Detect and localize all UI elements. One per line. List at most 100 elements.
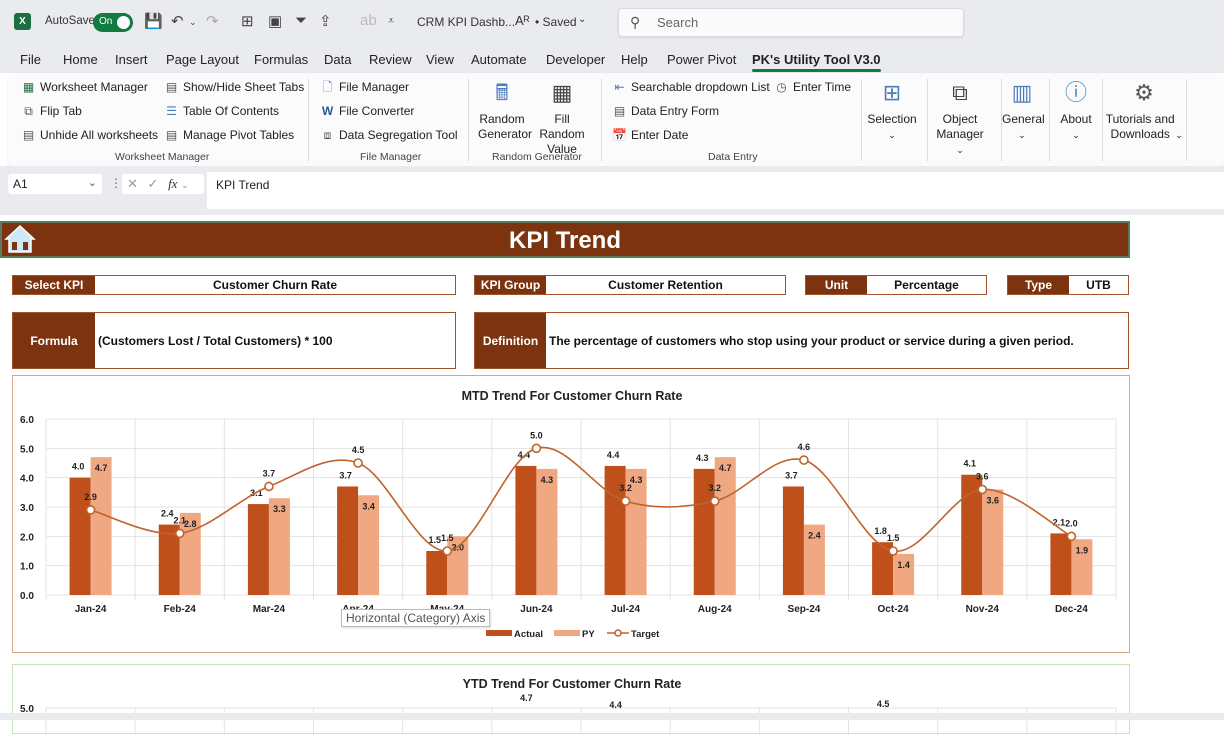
tab-help[interactable]: Help <box>621 52 648 67</box>
undo-icon[interactable]: ↶ <box>171 12 184 30</box>
enter-time-button[interactable]: ◷ Enter Time <box>774 80 851 94</box>
enter-date-button[interactable]: 📅 Enter Date <box>612 128 688 142</box>
chevron-down-icon: ⌄ <box>1072 130 1080 140</box>
worksheet-manager-button[interactable]: ▦ Worksheet Manager <box>21 80 148 94</box>
title-bar: X AutoSave On 💾 ↶ ⌄ ↷ ⊞ ▣ ⏷ ⇪ ab ⩡ CRM K… <box>0 0 1224 45</box>
y-tick-label: 6.0 <box>20 415 34 426</box>
tab-home[interactable]: Home <box>63 52 98 67</box>
tab-page-layout[interactable]: Page Layout <box>166 52 239 67</box>
cancel-icon[interactable]: ✕ <box>127 176 138 191</box>
tab-automate[interactable]: Automate <box>471 52 527 67</box>
ribbon-separator <box>601 79 602 161</box>
mtd-chart[interactable]: MTD Trend For Customer Churn Rate 0.0 1.0 2… <box>13 376 1131 654</box>
show-hide-sheet-tabs-button[interactable]: ▤ Show/Hide Sheet Tabs <box>164 80 304 94</box>
ribbon-separator <box>1049 79 1050 161</box>
y-tick-label: 0.0 <box>20 591 34 602</box>
select-kpi-field: Select KPI Customer Churn Rate <box>12 275 456 295</box>
data-segregation-tool-button[interactable]: ⧈ Data Segregation Tool <box>320 128 458 142</box>
picture-icon[interactable]: ▣ <box>268 12 282 30</box>
save-status-chevron-icon[interactable]: ⌄ <box>578 14 586 25</box>
data-segregation-icon: ⧈ <box>323 128 332 142</box>
tab-review[interactable]: Review <box>369 52 412 67</box>
formula-label: Formula <box>13 313 95 368</box>
enter-icon[interactable]: ✓ <box>148 176 159 191</box>
word-file-icon: W <box>321 104 334 118</box>
autosave-toggle[interactable]: On <box>93 13 133 32</box>
undo-dropdown-icon[interactable]: ⌄ <box>189 17 197 28</box>
info-icon: ⓘ <box>1064 80 1087 105</box>
data-label-actual: 4.4 <box>518 450 531 460</box>
data-label-actual: 4.0 <box>72 462 85 472</box>
legend-label-actual: Actual <box>514 629 543 640</box>
tab-formulas[interactable]: Formulas <box>254 52 308 67</box>
tab-view[interactable]: View <box>426 52 454 67</box>
bar-actual <box>337 486 359 595</box>
ytd-chart-container[interactable]: YTD Trend For Customer Churn Rate 5.0 4.7 4… <box>12 664 1131 735</box>
tab-file[interactable]: File <box>20 52 41 67</box>
formula-field: Formula (Customers Lost / Total Customer… <box>12 312 456 369</box>
formula-input[interactable]: KPI Trend <box>207 172 1224 209</box>
bar-py <box>714 457 736 595</box>
insert-function-icon[interactable]: fx <box>168 176 177 191</box>
customize-toolbar-icon[interactable]: ⩡ <box>388 15 394 28</box>
unhide-all-worksheets-button[interactable]: ▤ Unhide All worksheets <box>21 128 158 142</box>
data-label: 4.7 <box>520 693 533 703</box>
data-segregation-tool-label: Data Segregation Tool <box>339 128 458 142</box>
type-label: Type <box>1008 276 1069 294</box>
about-button[interactable]: ⓘ About ⌄ <box>1056 78 1096 143</box>
definition-label: Definition <box>475 313 546 368</box>
random-generator-button[interactable]: 🖩 Random Generator <box>478 78 532 142</box>
name-box[interactable]: A1 ⌄ <box>8 174 102 194</box>
tutorials-downloads-button[interactable]: ⚙ Tutorials and Downloads ⌄ <box>1104 78 1184 143</box>
search-box[interactable]: ⚲ Search <box>618 8 964 37</box>
kpi-group-field: KPI Group Customer Retention <box>474 275 786 295</box>
more-options-icon[interactable]: ⋮ <box>110 176 122 190</box>
tab-pk-utility-tool[interactable]: PK's Utility Tool V3.0 <box>752 52 881 72</box>
definition-value: The percentage of customers who stop usi… <box>549 333 1074 348</box>
y-tick-label: 2.0 <box>20 532 34 543</box>
excel-logo-icon: X <box>14 13 31 30</box>
fill-random-value-button[interactable]: ▦ Fill Random Value <box>531 78 593 157</box>
flip-tab-button[interactable]: ⧉ Flip Tab <box>21 104 82 118</box>
coauthor-icon[interactable]: Aᴿ <box>515 13 530 28</box>
data-label-py: 1.9 <box>1076 545 1089 555</box>
data-entry-form-label: Data Entry Form <box>631 104 720 118</box>
data-label-actual: 1.5 <box>428 535 441 545</box>
object-manager-button[interactable]: ⧉ Object Manager ⌄ <box>930 78 990 158</box>
ytd-chart[interactable]: YTD Trend For Customer Churn Rate5.04.74… <box>13 665 1131 735</box>
select-kpi-dropdown[interactable]: Customer Churn Rate <box>95 276 455 294</box>
tab-power-pivot[interactable]: Power Pivot <box>667 52 736 67</box>
file-manager-button[interactable]: 🗋 File Manager <box>320 80 409 94</box>
table-of-contents-button[interactable]: ☰ Table Of Contents <box>164 104 279 118</box>
general-button[interactable]: ▥ General ⌄ <box>1002 78 1045 143</box>
file-converter-button[interactable]: W File Converter <box>320 104 415 118</box>
enter-time-label: Enter Time <box>793 80 852 94</box>
selection-grid-icon: ⊞ <box>882 80 902 105</box>
tab-developer[interactable]: Developer <box>546 52 605 67</box>
tab-data[interactable]: Data <box>324 52 351 67</box>
manage-pivot-tables-button[interactable]: ▤ Manage Pivot Tables <box>164 128 294 142</box>
save-status[interactable]: • Saved <box>535 15 577 29</box>
share-icon[interactable]: ⇪ <box>319 12 332 30</box>
data-label-target: 2.9 <box>84 492 97 502</box>
searchable-dropdown-list-button[interactable]: ⇤ Searchable dropdown List <box>612 80 769 94</box>
dropdown-list-icon: ⇤ <box>614 80 625 94</box>
select-kpi-label: Select KPI <box>13 276 95 294</box>
ribbon-tabs: File Home Insert Page Layout Formulas Da… <box>0 45 1224 73</box>
borders-icon[interactable]: ⊞ <box>241 12 254 30</box>
selection-button[interactable]: ⊞ Selection ⌄ <box>864 78 920 143</box>
legend-label-target: Target <box>631 629 660 640</box>
redo-icon[interactable]: ↷ <box>206 12 219 30</box>
formula-tools: ✕ ✓ fx ⌄ <box>122 174 204 194</box>
filter-icon[interactable]: ⏷ <box>295 12 307 29</box>
chevron-down-icon[interactable]: ⌄ <box>181 180 189 190</box>
mtd-chart-container[interactable]: MTD Trend For Customer Churn Rate 0.0 1.0 2… <box>12 375 1130 653</box>
group-label-data-entry: Data Entry <box>708 151 758 163</box>
data-label-py: 2.4 <box>808 531 821 541</box>
spelling-icon[interactable]: ab <box>360 12 377 29</box>
save-icon[interactable]: 💾 <box>144 12 163 30</box>
general-chart-icon: ▥ <box>1011 80 1033 105</box>
data-entry-form-button[interactable]: ▤ Data Entry Form <box>612 104 719 118</box>
tab-insert[interactable]: Insert <box>115 52 148 67</box>
search-placeholder: Search <box>657 15 699 30</box>
